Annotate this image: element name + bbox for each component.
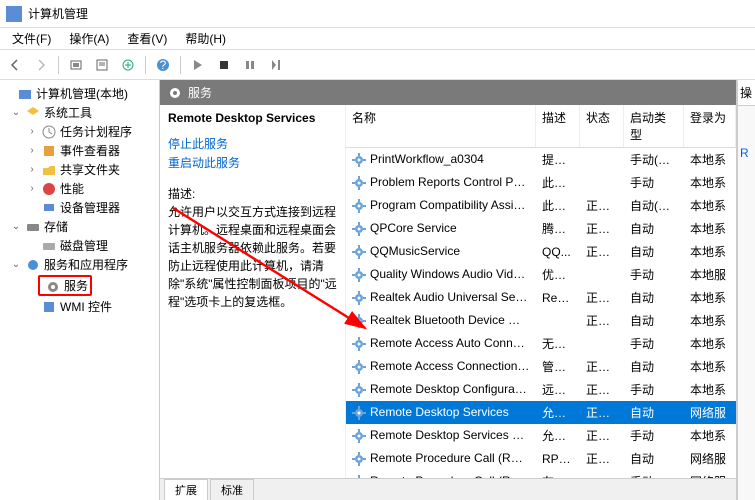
service-row[interactable]: PrintWorkflow_a0304提供...手动(触发...本地系 (346, 148, 736, 171)
service-row[interactable]: QPCore Service腾讯...正在...自动本地系 (346, 217, 736, 240)
service-row[interactable]: Realtek Bluetooth Device Manag...正在...自动… (346, 309, 736, 332)
tree-systools[interactable]: ⌄系统工具 (2, 103, 157, 122)
tab-extended[interactable]: 扩展 (164, 479, 208, 500)
action-op: 操 (738, 80, 755, 106)
tab-standard[interactable]: 标准 (210, 479, 254, 500)
gear-icon (352, 383, 366, 397)
tree-services[interactable]: 服务 (2, 274, 157, 297)
tree-root[interactable]: 计算机管理(本地) (2, 84, 157, 103)
separator (180, 56, 181, 74)
service-row[interactable]: Remote Procedure Call (RPC) Lo...在 W...手… (346, 470, 736, 478)
gear-icon (352, 153, 366, 167)
col-logon[interactable]: 登录为 (684, 105, 736, 147)
gear-icon (352, 475, 366, 478)
col-desc[interactable]: 描述 (536, 105, 580, 147)
window-title: 计算机管理 (28, 5, 88, 22)
service-row[interactable]: Quality Windows Audio Video Ex...优质...手动… (346, 263, 736, 286)
tree-perf[interactable]: ›性能 (2, 179, 157, 198)
service-row[interactable]: Remote Desktop Services允许...正在...自动网络服 (346, 401, 736, 424)
gear-icon (352, 452, 366, 466)
tree-pane[interactable]: 计算机管理(本地) ⌄系统工具 ›任务计划程序 ›事件查看器 ›共享文件夹 ›性… (0, 80, 160, 500)
forward-button[interactable] (30, 54, 52, 76)
gear-icon (352, 360, 366, 374)
service-row[interactable]: Problem Reports Control Panel S...此服...手… (346, 171, 736, 194)
tree-devmgr[interactable]: 设备管理器 (2, 198, 157, 217)
tree-shared[interactable]: ›共享文件夹 (2, 160, 157, 179)
export-button[interactable] (117, 54, 139, 76)
up-button[interactable] (65, 54, 87, 76)
service-row[interactable]: Realtek Audio Universal ServiceRealt...正… (346, 286, 736, 309)
menu-view[interactable]: 查看(V) (119, 28, 175, 49)
menu-file[interactable]: 文件(F) (4, 28, 59, 49)
tree-svcapp[interactable]: ⌄服务和应用程序 (2, 255, 157, 274)
service-row[interactable]: Remote Desktop Configuration远程...正在...手动… (346, 378, 736, 401)
col-status[interactable]: 状态 (580, 105, 624, 147)
gear-icon (352, 199, 366, 213)
gear-icon (352, 222, 366, 236)
grid-header: 名称 描述 状态 启动类型 登录为 (346, 105, 736, 148)
separator (145, 56, 146, 74)
col-start[interactable]: 启动类型 (624, 105, 684, 147)
app-icon (6, 6, 22, 22)
gear-icon (352, 406, 366, 420)
service-row[interactable]: Program Compatibility Assistant S...此服..… (346, 194, 736, 217)
titlebar: 计算机管理 (0, 0, 755, 28)
properties-button[interactable] (91, 54, 113, 76)
gear-icon (352, 337, 366, 351)
gear-icon (352, 291, 366, 305)
tree-disk[interactable]: 磁盘管理 (2, 236, 157, 255)
stop-button[interactable] (213, 54, 235, 76)
menu-help[interactable]: 帮助(H) (177, 28, 234, 49)
col-name[interactable]: 名称 (346, 105, 536, 147)
service-row[interactable]: Remote Access Connection Man...管理...正在..… (346, 355, 736, 378)
gear-icon (352, 245, 366, 259)
pause-button[interactable] (239, 54, 261, 76)
service-row[interactable]: Remote Access Auto Connection ...无论...手动… (346, 332, 736, 355)
tree-event[interactable]: ›事件查看器 (2, 141, 157, 160)
restart-service-link[interactable]: 重启动此服务 (168, 154, 337, 171)
service-row[interactable]: QQMusicServiceQQ...正在...自动本地系 (346, 240, 736, 263)
service-detail-pane: Remote Desktop Services 停止此服务 重启动此服务 描述:… (160, 105, 346, 478)
toolbar: ? (0, 50, 755, 80)
actions-pane[interactable]: 操 R (737, 80, 755, 500)
play-button[interactable] (187, 54, 209, 76)
gear-icon (352, 429, 366, 443)
help-button[interactable]: ? (152, 54, 174, 76)
gear-icon (352, 176, 366, 190)
back-button[interactable] (4, 54, 26, 76)
desc-label: 描述: (168, 185, 337, 203)
gear-icon (352, 314, 366, 328)
svg-text:?: ? (160, 58, 167, 72)
stop-service-link[interactable]: 停止此服务 (168, 135, 337, 152)
service-row[interactable]: Remote Desktop Services UserM...允许...正在.… (346, 424, 736, 447)
gear-icon (352, 268, 366, 282)
desc-text: 允许用户以交互方式连接到远程计算机。远程桌面和远程桌面会话主机服务器依赖此服务。… (168, 203, 337, 311)
action-r[interactable]: R (738, 106, 755, 200)
gear-icon (168, 86, 182, 100)
restart-button[interactable] (265, 54, 287, 76)
services-header: 服务 (160, 80, 736, 105)
tree-storage[interactable]: ⌄存储 (2, 217, 157, 236)
menubar: 文件(F) 操作(A) 查看(V) 帮助(H) (0, 28, 755, 50)
main-area: 计算机管理(本地) ⌄系统工具 ›任务计划程序 ›事件查看器 ›共享文件夹 ›性… (0, 80, 755, 500)
service-row[interactable]: Remote Procedure Call (RPC)RPC...正在...自动… (346, 447, 736, 470)
service-list[interactable]: 名称 描述 状态 启动类型 登录为 PrintWorkflow_a0304提供.… (346, 105, 736, 478)
tree-task[interactable]: ›任务计划程序 (2, 122, 157, 141)
selected-service-title: Remote Desktop Services (168, 111, 337, 125)
services-header-label: 服务 (188, 84, 212, 101)
menu-action[interactable]: 操作(A) (61, 28, 117, 49)
separator (58, 56, 59, 74)
content-pane: 服务 Remote Desktop Services 停止此服务 重启动此服务 … (160, 80, 737, 500)
tree-wmi[interactable]: WMI 控件 (2, 297, 157, 316)
bottom-tabs: 扩展 标准 (160, 478, 736, 500)
